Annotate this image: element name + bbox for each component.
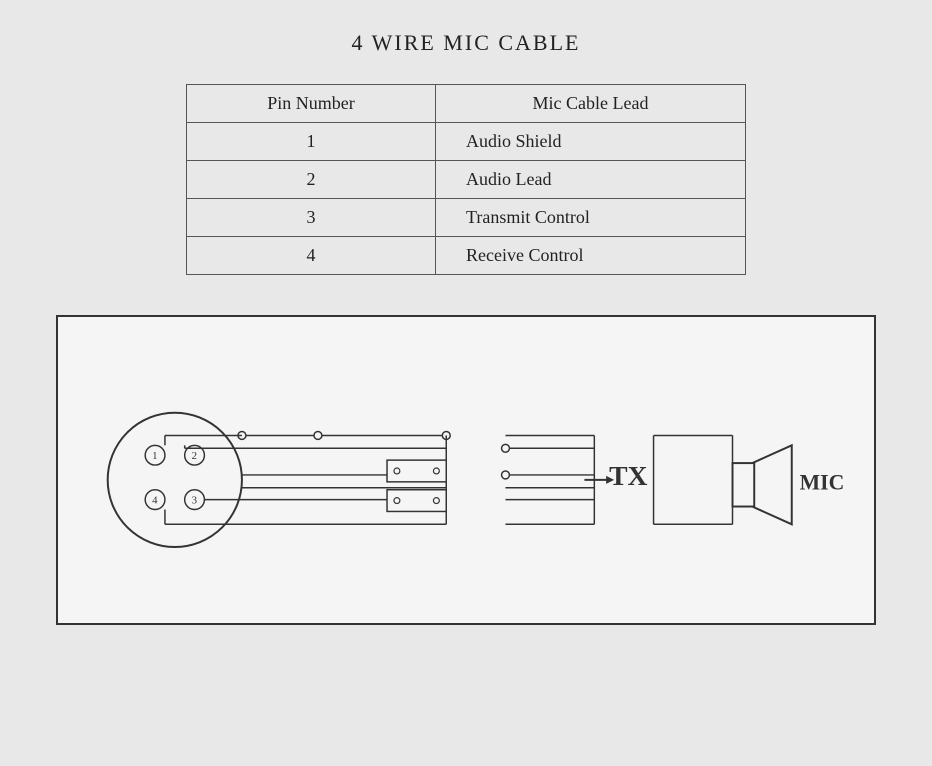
pin-number-cell: 3 bbox=[187, 199, 436, 237]
pin-number-cell: 2 bbox=[187, 161, 436, 199]
svg-text:1: 1 bbox=[152, 450, 157, 462]
pin-number-cell: 4 bbox=[187, 237, 436, 275]
pin-number-cell: 1 bbox=[187, 123, 436, 161]
table-row: 2Audio Lead bbox=[187, 161, 746, 199]
svg-text:4: 4 bbox=[152, 495, 158, 507]
svg-text:2: 2 bbox=[192, 450, 197, 462]
col-header-lead: Mic Cable Lead bbox=[436, 85, 746, 123]
page-title: 4 WIRE MIC CABLE bbox=[352, 30, 581, 56]
svg-text:TX: TX bbox=[609, 460, 647, 491]
diagram-svg: 1 2 3 4 bbox=[58, 317, 874, 623]
table-row: 3Transmit Control bbox=[187, 199, 746, 237]
table-row: 4Receive Control bbox=[187, 237, 746, 275]
svg-text:3: 3 bbox=[192, 495, 197, 507]
svg-text:MIC: MIC bbox=[800, 471, 845, 495]
wiring-diagram: 1 2 3 4 bbox=[56, 315, 876, 625]
lead-name-cell: Audio Shield bbox=[436, 123, 746, 161]
table-row: 1Audio Shield bbox=[187, 123, 746, 161]
col-header-pin: Pin Number bbox=[187, 85, 436, 123]
lead-name-cell: Transmit Control bbox=[436, 199, 746, 237]
pin-table-container: Pin Number Mic Cable Lead 1Audio Shield2… bbox=[186, 84, 746, 275]
pin-table: Pin Number Mic Cable Lead 1Audio Shield2… bbox=[186, 84, 746, 275]
lead-name-cell: Audio Lead bbox=[436, 161, 746, 199]
lead-name-cell: Receive Control bbox=[436, 237, 746, 275]
